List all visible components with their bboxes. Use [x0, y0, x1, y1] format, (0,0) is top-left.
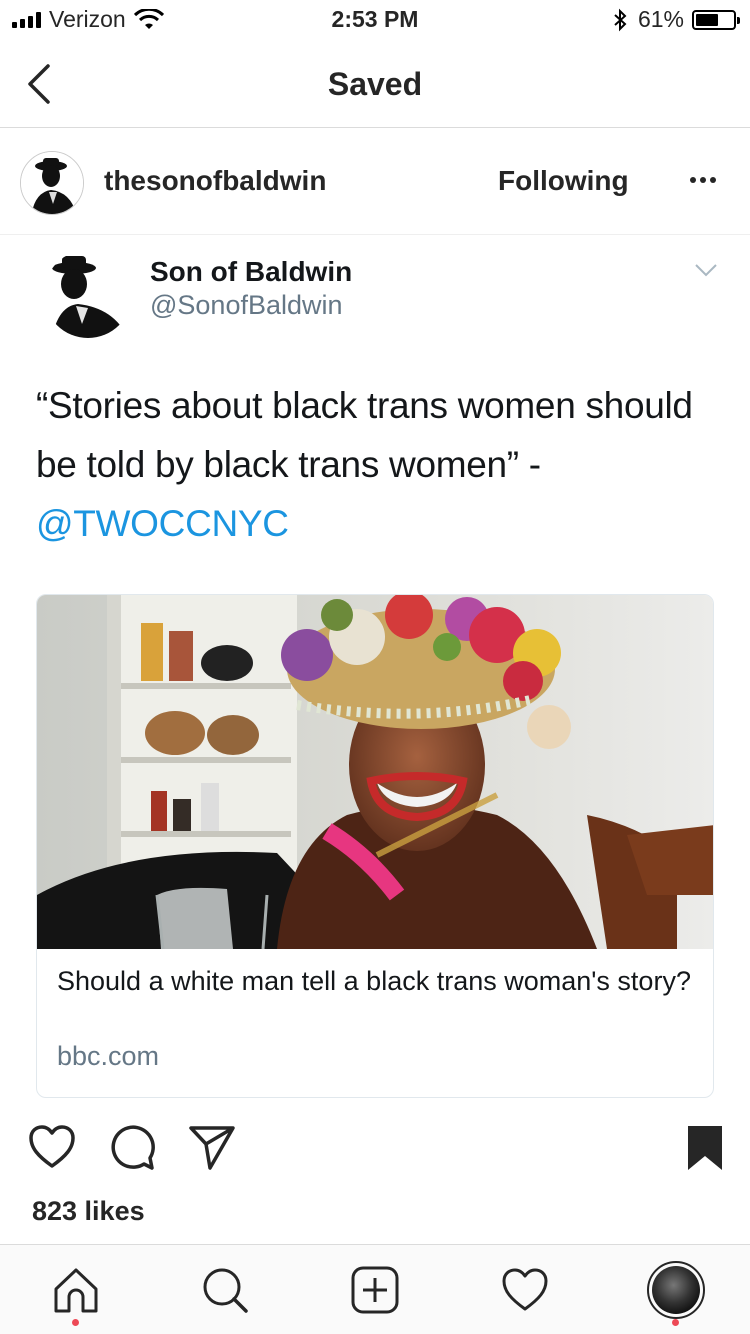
likes-count[interactable]: 823 likes: [32, 1196, 145, 1227]
bluetooth-icon: [614, 8, 627, 31]
more-dots-icon[interactable]: [690, 177, 716, 183]
page-title: Saved: [327, 66, 423, 102]
profile-tab-avatar[interactable]: [647, 1261, 705, 1319]
tweet-embed: Son of Baldwin @SonofBaldwin “Stories ab…: [0, 236, 750, 1098]
post-header: thesonofbaldwin Following: [0, 129, 750, 235]
add-icon[interactable]: [350, 1265, 400, 1315]
paper-plane-icon[interactable]: [188, 1124, 236, 1170]
search-icon[interactable]: [200, 1265, 250, 1315]
post-actions: [0, 1110, 750, 1190]
tweet-mention-link: @TWOCCNYC: [36, 503, 289, 544]
following-button[interactable]: Following: [498, 165, 629, 197]
tweet-body: “Stories about black trans women should …: [36, 385, 693, 485]
tweet-display-name: Son of Baldwin: [150, 256, 353, 287]
card-photo-illustration: [37, 595, 713, 949]
card-title[interactable]: Should a white man tell a black trans wo…: [57, 963, 697, 999]
avatar-silhouette: [44, 250, 132, 338]
chevron-down-icon: [695, 264, 717, 277]
tab-bar: [0, 1244, 750, 1334]
comment-icon[interactable]: [108, 1124, 156, 1172]
link-card: Should a white man tell a black trans wo…: [36, 594, 714, 1098]
status-bar: Verizon 2:53 PM 61%: [0, 0, 750, 40]
tweet-handle: @SonofBaldwin: [150, 290, 343, 320]
battery-level: [696, 13, 718, 26]
tweet-text: “Stories about black trans women should …: [36, 376, 716, 553]
heart-icon[interactable]: [28, 1124, 76, 1170]
heart-icon[interactable]: [500, 1265, 550, 1315]
post-username[interactable]: thesonofbaldwin: [104, 165, 326, 197]
status-right: 61%: [612, 6, 740, 33]
battery-percent: 61%: [637, 6, 684, 32]
avatar-silhouette: [21, 152, 83, 214]
card-domain: bbc.com: [57, 1041, 160, 1071]
post-avatar[interactable]: [20, 151, 84, 215]
avatar: [652, 1266, 700, 1314]
home-notification-dot: [72, 1319, 79, 1326]
nav-bar: Saved: [0, 40, 750, 128]
tweet-avatar: [44, 250, 132, 338]
battery-icon: [692, 9, 740, 30]
profile-notification-dot: [672, 1319, 679, 1326]
home-icon[interactable]: [51, 1265, 101, 1315]
card-photo: [37, 595, 713, 949]
bookmark-icon[interactable]: [688, 1126, 722, 1170]
